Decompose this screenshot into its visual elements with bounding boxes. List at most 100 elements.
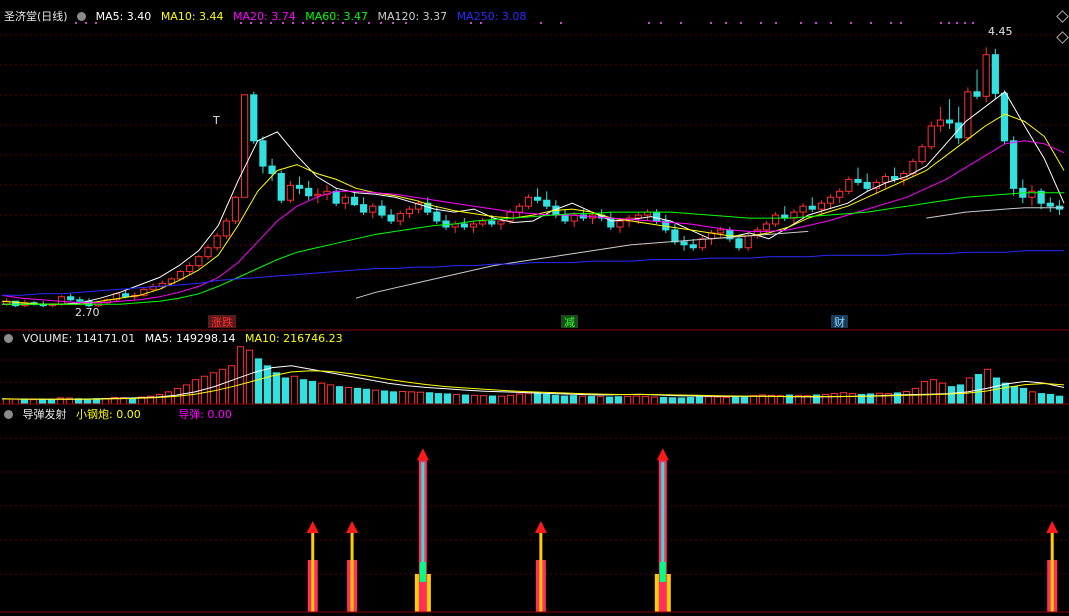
stock-chart[interactable]: 4.45 2.70 T 涨跌 减 财 [0, 0, 1069, 616]
stock-name: 圣济堂(日线) [4, 10, 68, 23]
volume-bar [326, 384, 335, 405]
candle-body [341, 196, 349, 204]
volume-bar [380, 390, 389, 405]
volume-bar [425, 392, 434, 405]
marker-label: 涨跌 [211, 315, 233, 329]
candle-body [881, 175, 890, 183]
signal-dot [540, 22, 542, 24]
candle-body [698, 238, 706, 249]
candle-body [1010, 140, 1018, 189]
volume-bar [470, 394, 479, 405]
volume-bar [416, 391, 425, 405]
t-marker: T [212, 114, 220, 127]
volume-bar [956, 384, 965, 405]
indicator-s2-label: 导弹: 0.00 [178, 408, 232, 421]
signal-dot [800, 22, 802, 24]
candle-body [982, 54, 990, 97]
candle-body [735, 238, 743, 249]
volume-label: VOLUME: 114171.01 [22, 332, 136, 345]
volume-bar [542, 393, 551, 405]
collapse-icon[interactable] [4, 334, 13, 343]
candle-body [506, 211, 514, 222]
signal-stem [1050, 531, 1054, 612]
volume-bar [344, 387, 353, 405]
volume-bar [920, 380, 929, 405]
candle-body [515, 205, 523, 213]
collapse-icon[interactable] [4, 410, 13, 419]
candle-body [222, 220, 230, 237]
volume-bar [713, 396, 722, 405]
volume-bar [596, 396, 605, 405]
signal-dot [972, 22, 974, 24]
ma10-label: MA10: 3.44 [160, 10, 224, 23]
candle-body [213, 235, 221, 249]
candle-body [991, 54, 999, 94]
volume-bar [1037, 393, 1046, 405]
volume-bar [38, 399, 47, 405]
volume-bar [947, 386, 956, 405]
volume-bar [1010, 386, 1019, 405]
candle-body [277, 173, 285, 201]
candle-body [497, 220, 505, 225]
volume-bar [335, 386, 344, 405]
candle-body [433, 211, 441, 222]
volume-bar [47, 398, 56, 405]
volume-bar [488, 395, 497, 405]
ma5-label: MA5: 3.40 [95, 10, 152, 23]
candle-body [332, 190, 340, 204]
volume-header: VOLUME: 114171.01 MA5: 149298.14 MA10: 2… [4, 332, 349, 345]
volume-bar [686, 396, 695, 405]
signal-dot [725, 22, 727, 24]
candle-body [378, 205, 386, 216]
volume-bar [839, 392, 848, 405]
volume-bar [479, 395, 488, 405]
ma60-label: MA60: 3.47 [305, 10, 368, 23]
volume-bar [659, 396, 668, 405]
volume-bar [533, 393, 542, 405]
volume-bar [128, 397, 137, 405]
candle-body [836, 190, 844, 198]
volume-bar [155, 393, 164, 405]
volume-bar [362, 388, 371, 405]
signal-dot [815, 22, 817, 24]
volume-bar [902, 391, 911, 405]
candle-body [231, 196, 240, 222]
marker-label: 财 [834, 315, 845, 329]
volume-bar [695, 396, 704, 405]
volume-bar [398, 391, 407, 405]
candle-body [533, 196, 542, 201]
volume-bar [290, 375, 299, 405]
volume-bar [209, 372, 218, 405]
ma250-label: MA250: 3.08 [456, 10, 527, 23]
candle-body [76, 299, 84, 302]
volume-bar [623, 395, 632, 405]
indicator-header: 导弹发射 小钢炮: 0.00 导弹: 0.00 [4, 406, 238, 422]
volume-bar [587, 395, 596, 405]
marker-label: 减 [564, 316, 575, 329]
volume-bar [677, 397, 686, 405]
volume-bar [497, 395, 506, 405]
volume-bar [911, 387, 920, 405]
volume-bar [371, 389, 380, 405]
volume-bar [1028, 391, 1037, 405]
candle-body [305, 187, 313, 197]
volume-bar [443, 393, 452, 405]
candle-body [927, 125, 935, 148]
volume-bar [218, 368, 227, 405]
collapse-icon[interactable] [77, 12, 87, 21]
candle-body [817, 202, 826, 210]
volume-bar [605, 396, 614, 405]
signal-dot [710, 22, 712, 24]
candle-body [240, 94, 249, 198]
volume-bar [578, 395, 587, 405]
volume-bar [614, 396, 623, 405]
volume-bar [2, 398, 11, 405]
volume-bar [650, 396, 659, 405]
candle-body [826, 196, 835, 204]
volume-bar [317, 382, 326, 405]
signal-core [661, 462, 665, 566]
volume-bar [821, 393, 830, 405]
candle-body [1000, 92, 1009, 142]
candle-body [360, 204, 368, 213]
volume-bar [263, 365, 272, 405]
